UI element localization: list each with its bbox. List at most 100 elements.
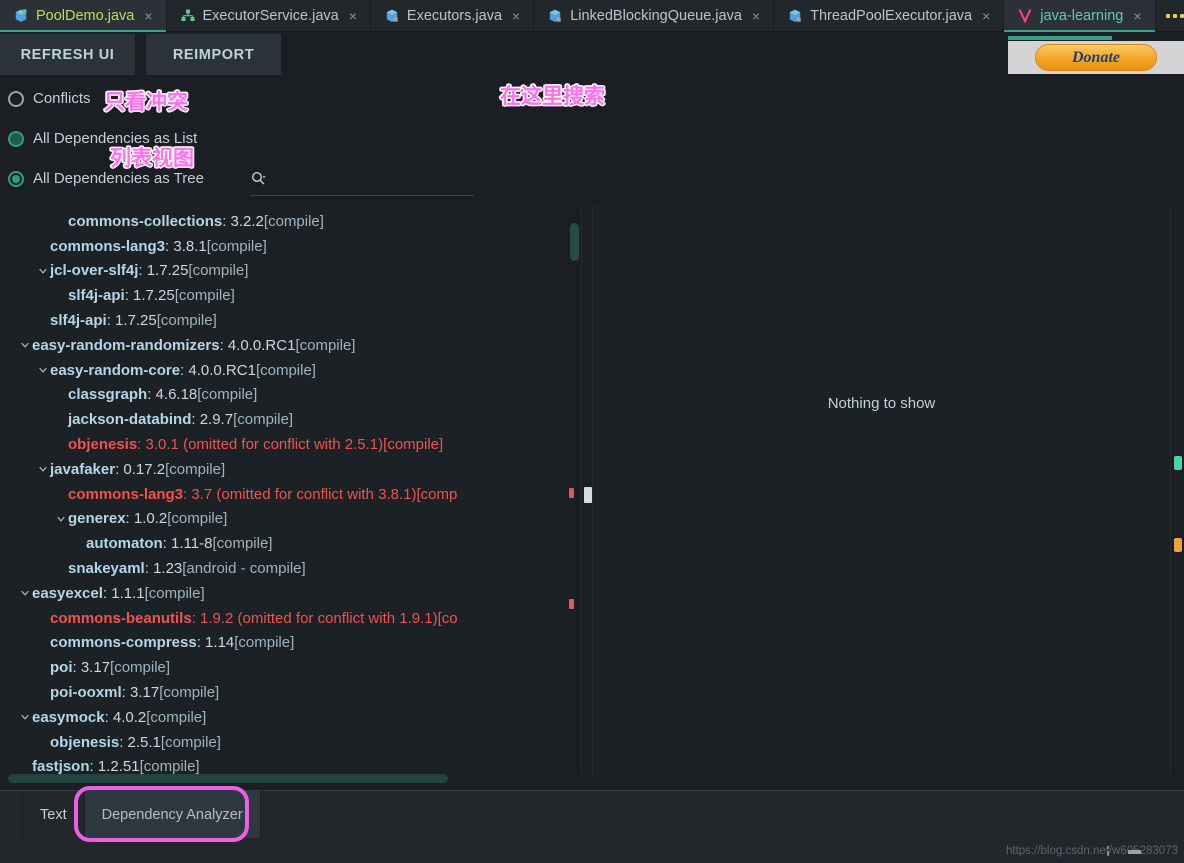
editor-tab-threadpoolexecutor[interactable]: ThreadPoolExecutor.java ×: [774, 0, 1005, 32]
radio-conflicts[interactable]: Conflicts: [8, 90, 91, 107]
artifact-version: : 3.7 (omitted for conflict with 3.8.1): [183, 485, 417, 503]
tree-row[interactable]: snakeyaml : 1.23 [android - compile]: [0, 556, 566, 581]
editor-tab-executorservice[interactable]: ExecutorService.java ×: [167, 0, 371, 32]
refresh-ui-button[interactable]: REFRESH UI: [0, 34, 135, 75]
editor-tab-executors[interactable]: Executors.java ×: [371, 0, 535, 32]
editor-tab-pooldemo[interactable]: PoolDemo.java ×: [0, 0, 167, 32]
artifact-scope: [compile]: [188, 262, 249, 280]
bottom-tab-dependency-analyzer[interactable]: Dependency Analyzer: [84, 791, 261, 838]
tree-row[interactable]: jcl-over-slf4j : 1.7.25 [compile]: [0, 259, 566, 284]
editor-tab-label: ExecutorService.java: [202, 8, 339, 24]
pane-splitter[interactable]: [581, 205, 593, 775]
editor-tab-java-learning[interactable]: java-learning ×: [1004, 0, 1156, 32]
chevron-down-icon[interactable]: [18, 588, 32, 598]
error-marker[interactable]: [569, 488, 574, 498]
donate-button[interactable]: Donate: [1035, 44, 1157, 71]
bottom-tab-bar: Text Dependency Analyzer https://blog.cs…: [0, 790, 1184, 863]
tree-row[interactable]: javafaker : 0.17.2 [compile]: [0, 457, 566, 482]
chevron-down-icon[interactable]: [36, 266, 50, 276]
close-icon[interactable]: ×: [1130, 9, 1141, 23]
artifact-version: : 1.0.2: [125, 510, 168, 528]
artifact-scope: [compile]: [165, 460, 226, 478]
tree-row[interactable]: poi-ooxml : 3.17 [compile]: [0, 680, 566, 705]
tree-row[interactable]: automaton : 1.11-8 [compile]: [0, 531, 566, 556]
chevron-down-icon[interactable]: [36, 365, 50, 375]
chevron-down-icon[interactable]: [54, 514, 68, 524]
artifact-scope: [compile]: [234, 634, 295, 652]
tree-vertical-scrollbar[interactable]: [567, 205, 581, 775]
tree-row[interactable]: commons-lang3 : 3.8.1 [compile]: [0, 234, 566, 259]
artifact-name: classgraph: [68, 386, 148, 404]
artifact-version: : 1.11-8: [162, 535, 213, 553]
tree-row[interactable]: classgraph : 4.6.18 [compile]: [0, 383, 566, 408]
artifact-version: : 3.17: [72, 659, 111, 677]
radio-label: All Dependencies as Tree: [33, 170, 204, 187]
bottom-tab-text[interactable]: Text: [22, 791, 85, 838]
dependency-tree-pane[interactable]: commons-collections : 3.2.2 [compile] com…: [0, 205, 566, 775]
search-input[interactable]: [273, 172, 453, 189]
radio-all-dependencies-tree[interactable]: All Dependencies as Tree: [8, 170, 204, 187]
tree-row[interactable]: easymock : 4.0.2 [compile]: [0, 705, 566, 730]
right-marker-rail[interactable]: [1170, 205, 1184, 775]
close-icon[interactable]: ×: [979, 9, 990, 23]
ide-window: PoolDemo.java × ExecutorService.java × E…: [0, 0, 1184, 863]
artifact-name: fastjson: [32, 758, 90, 775]
rail-marker-orange[interactable]: [1174, 538, 1182, 552]
artifact-scope: [compile]: [159, 684, 220, 702]
tree-row[interactable]: commons-beanutils : 1.9.2 (omitted for c…: [0, 606, 566, 631]
tree-row[interactable]: easy-random-core : 4.0.0.RC1 [compile]: [0, 358, 566, 383]
radio-all-dependencies-list[interactable]: All Dependencies as List: [8, 130, 197, 147]
scrollbar-thumb[interactable]: [570, 223, 579, 261]
tree-row[interactable]: poi : 3.17 [compile]: [0, 655, 566, 680]
java-class-icon: [13, 8, 29, 24]
donate-panel: Donate: [1008, 41, 1184, 74]
radio-label: Conflicts: [33, 90, 91, 107]
search-field[interactable]: [250, 166, 474, 196]
chevron-down-icon[interactable]: [18, 712, 32, 722]
tree-row[interactable]: jackson-databind : 2.9.7 [compile]: [0, 407, 566, 432]
tree-row[interactable]: slf4j-api : 1.7.25 [compile]: [0, 308, 566, 333]
artifact-name: easyexcel: [32, 584, 103, 602]
close-icon[interactable]: ×: [509, 9, 520, 23]
artifact-name: javafaker: [50, 460, 116, 478]
artifact-scope: [compile]: [295, 336, 356, 354]
artifact-name: poi-ooxml: [50, 684, 122, 702]
tree-row[interactable]: generex : 1.0.2 [compile]: [0, 507, 566, 532]
dependency-detail-pane: Nothing to show: [594, 205, 1169, 775]
artifact-version: : 3.8.1: [165, 237, 207, 255]
artifact-version: : 1.7.25: [124, 287, 175, 305]
tree-row[interactable]: commons-lang3 : 3.7 (omitted for conflic…: [0, 482, 566, 507]
search-icon: [250, 170, 267, 192]
chevron-down-icon[interactable]: [18, 340, 32, 350]
artifact-scope: [compile]: [156, 312, 217, 330]
artifact-scope: [compile]: [174, 287, 235, 305]
tree-row[interactable]: slf4j-api : 1.7.25 [compile]: [0, 283, 566, 308]
close-icon[interactable]: ×: [749, 9, 760, 23]
rail-marker-green[interactable]: [1174, 456, 1182, 470]
more-tabs-icon[interactable]: [1165, 14, 1184, 18]
artifact-version: : 2.5.1: [119, 733, 161, 751]
artifact-version: : 4.0.2: [104, 708, 147, 726]
tree-row[interactable]: commons-collections : 3.2.2 [compile]: [0, 209, 566, 234]
scrollbar-thumb[interactable]: [8, 774, 448, 783]
reimport-button[interactable]: REIMPORT: [146, 34, 281, 75]
tree-horizontal-scrollbar[interactable]: [8, 774, 566, 783]
error-marker[interactable]: [569, 599, 574, 609]
watermark-text: https://blog.csdn.net/w605283073: [1006, 845, 1178, 857]
tree-row[interactable]: fastjson : 1.2.51 [compile]: [0, 755, 566, 775]
tree-row[interactable]: easyexcel : 1.1.1 [compile]: [0, 581, 566, 606]
tree-row[interactable]: easy-random-randomizers : 4.0.0.RC1 [com…: [0, 333, 566, 358]
editor-tab-linkedblockingqueue[interactable]: LinkedBlockingQueue.java ×: [534, 0, 775, 32]
close-icon[interactable]: ×: [141, 9, 152, 23]
tree-row[interactable]: objenesis : 3.0.1 (omitted for conflict …: [0, 432, 566, 457]
close-icon[interactable]: ×: [346, 9, 357, 23]
java-interface-icon: [180, 8, 196, 24]
radio-icon: [8, 90, 24, 107]
tree-row[interactable]: objenesis : 2.5.1 [compile]: [0, 730, 566, 755]
splitter-handle[interactable]: [584, 487, 592, 503]
tree-row[interactable]: commons-compress : 1.14 [compile]: [0, 631, 566, 656]
artifact-scope: [compile]: [206, 237, 267, 255]
artifact-name: slf4j-api: [68, 287, 125, 305]
chevron-down-icon[interactable]: [36, 464, 50, 474]
artifact-name: commons-beanutils: [50, 609, 192, 627]
